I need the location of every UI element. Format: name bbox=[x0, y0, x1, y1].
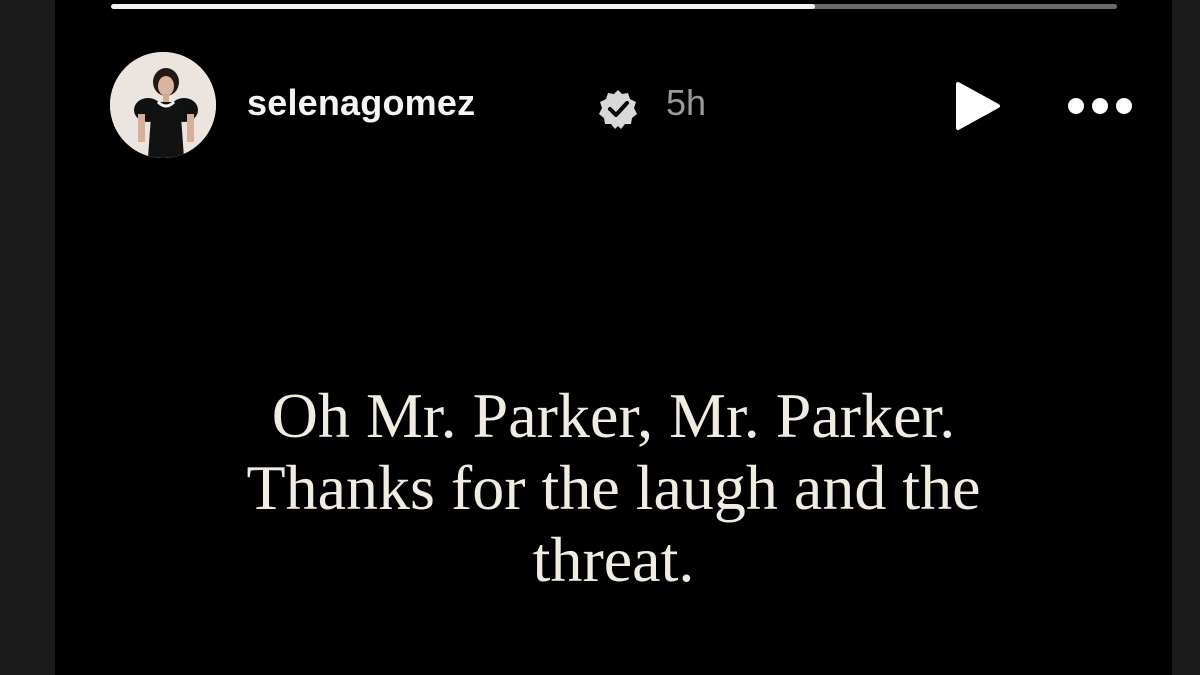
caption-line: Thanks for the laugh and the bbox=[246, 452, 981, 523]
posted-time: 5h bbox=[666, 82, 707, 123]
more-options-button[interactable] bbox=[1058, 88, 1142, 124]
screenshot-frame: selenagomez 5h Oh Mr. Parker, Mr. Parker… bbox=[0, 0, 1200, 675]
play-icon bbox=[956, 82, 1000, 130]
story-header: selenagomez 5h bbox=[110, 52, 1132, 158]
story-progress-bar bbox=[111, 4, 1117, 9]
avatar-photo bbox=[110, 52, 216, 158]
caption-line: Oh Mr. Parker, Mr. Parker. bbox=[271, 380, 956, 451]
story-viewer[interactable]: selenagomez 5h Oh Mr. Parker, Mr. Parker… bbox=[55, 0, 1172, 675]
username-link[interactable]: selenagomez bbox=[247, 82, 475, 124]
verified-badge-icon bbox=[597, 88, 639, 130]
story-caption: Oh Mr. Parker, Mr. Parker. Thanks for th… bbox=[55, 380, 1172, 596]
story-progress-fill bbox=[111, 4, 816, 9]
caption-line: threat. bbox=[532, 524, 695, 595]
avatar[interactable] bbox=[110, 52, 216, 158]
play-button[interactable] bbox=[946, 76, 1006, 136]
more-options-icon bbox=[1068, 98, 1132, 114]
